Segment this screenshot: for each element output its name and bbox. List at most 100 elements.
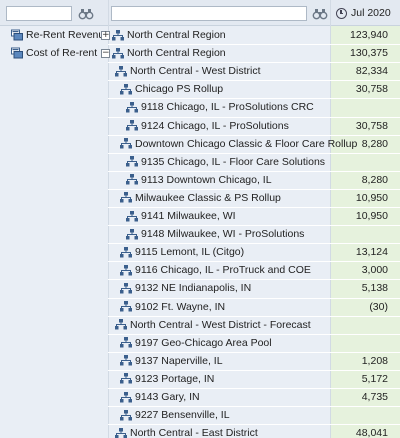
hierarchy-icon [126, 174, 138, 185]
row-divider [108, 315, 400, 317]
hierarchy-icon [115, 65, 127, 77]
account-icon [11, 47, 23, 59]
hierarchy-icon [115, 427, 127, 438]
collapse-toggle[interactable]: − [101, 48, 110, 58]
value-cell[interactable]: 10,950 [330, 206, 388, 226]
expand-toggle[interactable]: + [101, 30, 110, 40]
entity-label[interactable]: 9115 Lemont, IL (Citgo) [135, 242, 244, 262]
value-cell[interactable] [330, 152, 388, 172]
row-divider [108, 351, 400, 353]
hierarchy-icon [120, 355, 132, 366]
entity-label[interactable]: North Central - West District [130, 61, 261, 81]
value-cell[interactable] [330, 224, 388, 244]
period-column-header[interactable]: Jul 2020 [330, 2, 400, 24]
hierarchy-icon [120, 391, 132, 402]
value-cell[interactable]: 30,758 [330, 116, 388, 136]
row-divider [108, 188, 400, 190]
value-cell[interactable]: 10,950 [330, 188, 388, 208]
entity-label[interactable]: 9132 NE Indianapolis, IN [135, 278, 251, 298]
value-cell[interactable]: 82,334 [330, 61, 388, 81]
row-divider [108, 279, 400, 281]
value-cell[interactable]: 5,138 [330, 278, 388, 298]
row-divider [108, 134, 400, 136]
value-cell[interactable]: (30) [330, 297, 388, 317]
row-divider [108, 261, 400, 263]
entity-label[interactable]: 9141 Milwaukee, WI [141, 206, 236, 226]
hierarchy-icon [112, 47, 124, 59]
value-cell[interactable]: 48,041 [330, 423, 388, 438]
row-divider [108, 207, 400, 208]
account-label[interactable]: Re-Rent Revenue [26, 25, 110, 45]
row-divider [108, 80, 400, 82]
hierarchy-icon [120, 138, 132, 149]
value-cell[interactable] [330, 97, 388, 117]
hierarchy-icon [120, 83, 132, 95]
value-cell[interactable]: 13,124 [330, 242, 388, 262]
entity-filter-input[interactable] [111, 6, 307, 21]
value-cell[interactable]: 130,375 [330, 43, 388, 63]
entity-label[interactable]: North Central - West District - Forecast [130, 315, 311, 335]
value-cell[interactable]: 4,735 [330, 387, 388, 407]
entity-label[interactable]: 9113 Downtown Chicago, IL [141, 170, 272, 190]
clock-icon [336, 7, 347, 19]
entity-label[interactable]: North Central Region [127, 43, 226, 63]
entity-label[interactable]: 9124 Chicago, IL - ProSolutions [141, 116, 289, 136]
entity-label[interactable]: 9227 Bensenville, IL [135, 405, 230, 425]
account-filter-input[interactable] [6, 6, 72, 21]
entity-label[interactable]: North Central - East District [130, 423, 258, 438]
value-cell[interactable]: 30,758 [330, 79, 388, 99]
entity-label[interactable]: 9197 Geo-Chicago Area Pool [135, 333, 272, 353]
entity-label[interactable]: Downtown Chicago Classic & Floor Care Ro… [135, 134, 357, 154]
value-cell[interactable] [330, 315, 388, 335]
hierarchy-icon [120, 409, 132, 421]
hierarchy-icon [126, 156, 138, 167]
hierarchy-icon [115, 319, 127, 330]
value-cell[interactable]: 1,208 [330, 351, 388, 371]
entity-label[interactable]: 9135 Chicago, IL - Floor Care Solutions [141, 152, 325, 172]
account-column [0, 26, 108, 438]
row-divider [108, 424, 400, 426]
binoculars-icon[interactable] [312, 6, 328, 21]
account-icon [11, 29, 23, 41]
hierarchy-icon [112, 29, 124, 40]
entity-label[interactable]: Milwaukee Classic & PS Rollup [135, 188, 281, 208]
entity-label[interactable]: North Central Region [127, 25, 226, 45]
period-label: Jul 2020 [351, 7, 391, 19]
entity-label[interactable]: 9137 Naperville, IL [135, 351, 223, 371]
value-cell[interactable]: 8,280 [330, 134, 388, 154]
value-cell[interactable]: 123,940 [330, 25, 388, 45]
row-divider [108, 406, 400, 408]
hierarchy-icon [120, 246, 132, 258]
value-cell[interactable] [330, 333, 388, 353]
row-divider [108, 98, 400, 100]
value-cell[interactable]: 8,280 [330, 170, 388, 190]
hierarchy-icon [120, 192, 132, 203]
entity-label[interactable]: Chicago PS Rollup [135, 79, 223, 99]
row-divider [108, 369, 400, 371]
hierarchy-icon [120, 337, 132, 348]
entity-label[interactable]: 9123 Portage, IN [135, 369, 214, 389]
hierarchy-icon [120, 301, 132, 312]
entity-label[interactable]: 9118 Chicago, IL - ProSolutions CRC [141, 97, 314, 117]
hierarchy-icon [126, 210, 138, 221]
entity-label[interactable]: 9148 Milwaukee, WI - ProSolutions [141, 224, 304, 244]
row-divider [108, 333, 400, 335]
hierarchy-icon [120, 264, 132, 276]
hierarchy-icon [126, 120, 138, 131]
row-divider [108, 225, 400, 227]
row-divider [108, 297, 400, 299]
entity-label[interactable]: 9116 Chicago, IL - ProTruck and COE [135, 260, 311, 280]
hierarchy-icon [126, 101, 138, 113]
hierarchy-icon [126, 228, 138, 240]
row-divider [108, 243, 400, 245]
value-cell[interactable]: 5,172 [330, 369, 388, 389]
binoculars-icon[interactable] [78, 6, 94, 21]
entity-label[interactable]: 9143 Gary, IN [135, 387, 200, 407]
value-cell[interactable]: 3,000 [330, 260, 388, 280]
row-divider [108, 44, 400, 46]
hierarchy-icon [120, 282, 132, 294]
entity-label[interactable]: 9102 Ft. Wayne, IN [135, 297, 225, 317]
value-cell[interactable] [330, 405, 388, 425]
row-divider [108, 62, 400, 64]
account-label[interactable]: Cost of Re-rent [26, 43, 97, 63]
